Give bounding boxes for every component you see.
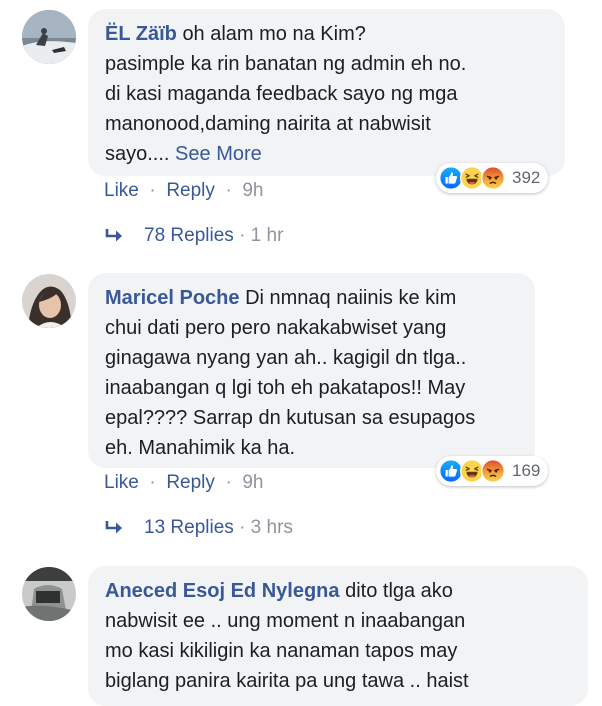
replies-time: 1 hr: [250, 225, 284, 246]
comment-time[interactable]: 9h: [242, 472, 263, 493]
comment-bubble: Maricel Poche Di nmnaq naiinis ke kim ch…: [88, 273, 535, 468]
comment-text: biglang panira kairita pa ung tawa .. ha…: [105, 670, 469, 692]
replies-count[interactable]: 78 Replies: [144, 225, 234, 247]
angry-icon: [481, 459, 505, 483]
comment-text: chui dati pero pero nakakabwiset yang: [105, 317, 447, 339]
comment-text: manonood,daming nairita at nabwisit: [105, 113, 431, 135]
comment-actions: Like · Reply · 9h: [104, 472, 263, 494]
comment-time[interactable]: 9h: [242, 180, 263, 201]
comment-author[interactable]: Maricel Poche: [105, 287, 240, 309]
reaction-summary[interactable]: 392: [436, 163, 549, 193]
comment-bubble: ËL Zäïb oh alam mo na Kim? pasimple ka r…: [88, 9, 565, 176]
like-link[interactable]: Like: [104, 472, 139, 493]
comment-text: di kasi maganda feedback sayo ng mga: [105, 83, 458, 105]
avatar[interactable]: [22, 274, 76, 328]
replies-count[interactable]: 13 Replies: [144, 517, 234, 539]
comment-text: nabwisit ee .. ung moment n inaabangan: [105, 610, 466, 632]
separator: ·: [220, 472, 238, 493]
comment-text: ginagawa nyang yan ah.. kagigil dn tlga.…: [105, 347, 467, 369]
separator: ·: [144, 180, 162, 201]
reply-arrow-icon: [105, 521, 122, 534]
comment-author[interactable]: Aneced Esoj Ed Nylegna: [105, 580, 340, 602]
reply-link[interactable]: Reply: [166, 180, 215, 201]
angry-icon: [481, 166, 505, 190]
reaction-count: 169: [512, 461, 541, 480]
view-replies[interactable]: 78 Replies · 1 hr: [104, 225, 283, 247]
comment-text: mo kasi kikiligin ka nanaman tapos may: [105, 640, 458, 662]
reply-arrow-icon: [105, 229, 122, 242]
avatar[interactable]: [22, 567, 76, 621]
comment-text: epal???? Sarrap dn kutusan sa esupagos: [105, 407, 476, 429]
see-more-link[interactable]: See More: [175, 143, 262, 165]
comment-text: inaabangan q lgi toh eh pakatapos!! May: [105, 377, 466, 399]
replies-time: 3 hrs: [250, 517, 293, 538]
separator: ·: [239, 517, 246, 538]
comment-bubble: Aneced Esoj Ed Nylegna dito tlga ako nab…: [88, 566, 588, 706]
view-replies[interactable]: 13 Replies · 3 hrs: [104, 517, 293, 539]
like-link[interactable]: Like: [104, 180, 139, 201]
separator: ·: [144, 472, 162, 493]
reply-link[interactable]: Reply: [166, 472, 215, 493]
comment-text: eh. Manahimik ka ha.: [105, 437, 296, 459]
comment-text: dito tlga ako: [345, 580, 453, 602]
comment-text: Di nmnaq naiinis ke kim: [245, 287, 457, 309]
comment-author[interactable]: ËL Zäïb: [105, 23, 177, 45]
comment-text: sayo....: [105, 143, 170, 165]
comment-actions: Like · Reply · 9h: [104, 180, 263, 202]
separator: ·: [220, 180, 238, 201]
comment-text: oh alam mo na Kim?: [182, 23, 366, 45]
comment-text: pasimple ka rin banatan ng admin eh no.: [105, 53, 467, 75]
separator: ·: [239, 225, 246, 246]
avatar[interactable]: [22, 10, 76, 64]
reaction-count: 392: [512, 168, 541, 187]
reaction-summary[interactable]: 169: [436, 456, 549, 486]
